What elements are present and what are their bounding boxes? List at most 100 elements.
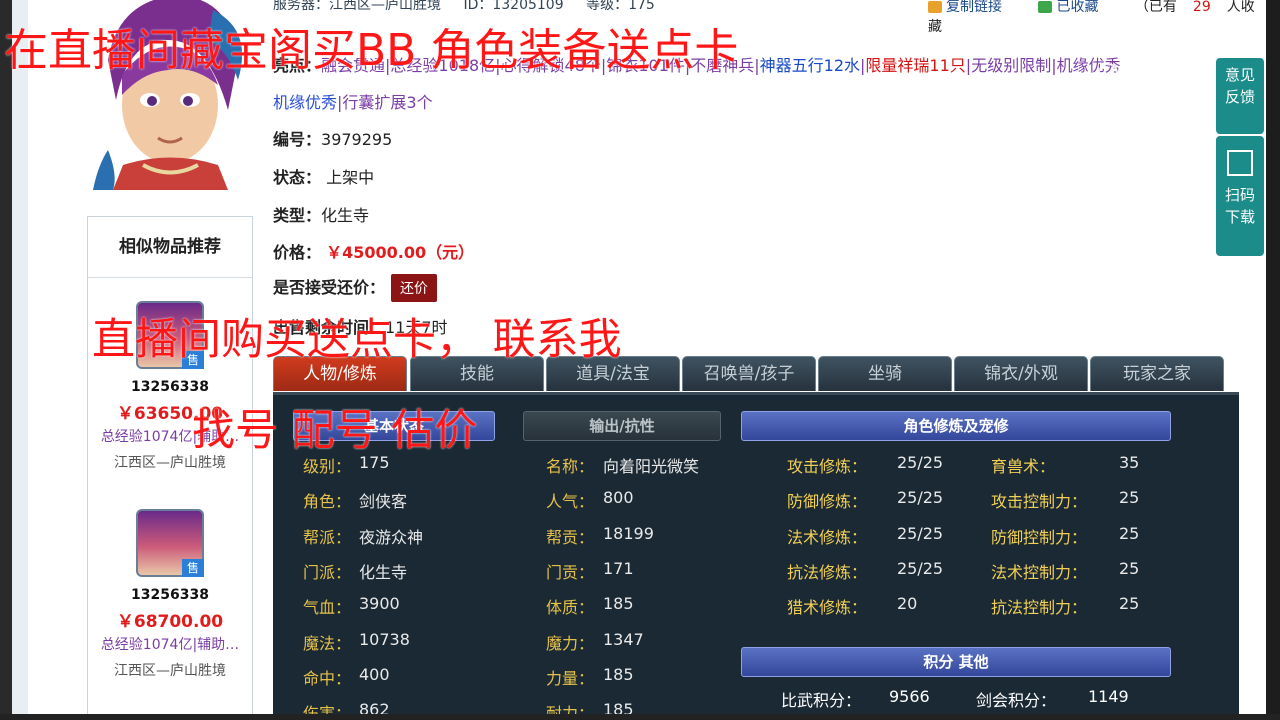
cc-logo-icon	[1098, 62, 1118, 83]
points-header: 积分 其他	[741, 647, 1171, 677]
listing-id: ID：13205109	[463, 0, 564, 13]
copy-link-label: 复制链接	[946, 0, 1002, 15]
similar-item-price: ￥68700.00	[116, 612, 224, 632]
cc-live-logo: CC直播	[1176, 20, 1255, 45]
stat-label: 抗法控制力：	[991, 598, 1088, 618]
stat-label: 猎术修炼：	[787, 598, 868, 618]
stat-value: 夜游众神	[359, 527, 424, 547]
favorite-button[interactable]: 已收藏	[1038, 0, 1114, 15]
stat-label: 体质：	[546, 598, 595, 618]
stat-value: 25	[1119, 523, 1140, 543]
cc-live-watermark: CC直播	[1098, 58, 1177, 83]
tab-home[interactable]: 玩家之家	[1090, 356, 1224, 391]
status-row: 状态： 上架中	[273, 164, 374, 188]
similar-items-title: 相似物品推荐	[88, 217, 252, 278]
output-resist-header: 输出/抗性	[523, 411, 721, 441]
bargain-button[interactable]: 还价	[391, 274, 438, 302]
stat-label: 攻击修炼：	[787, 457, 868, 476]
tab-appearance[interactable]: 锦衣/外观	[954, 356, 1088, 391]
stat-label: 法术修炼：	[787, 527, 868, 547]
server-name: 服务器：江西区—庐山胜境	[273, 0, 441, 13]
points-label: 比武积分：	[781, 691, 862, 710]
stat-label: 门贡：	[546, 562, 595, 582]
status-value: 上架中	[326, 168, 375, 187]
stat-value: 18199	[603, 523, 654, 543]
tab-mounts[interactable]: 坐骑	[818, 356, 952, 391]
favorite-count-number: 29	[1192, 0, 1211, 15]
qr-scan-icon	[1227, 150, 1253, 176]
stat-value: 25/25	[897, 488, 944, 508]
stat-label: 魔力：	[546, 633, 595, 653]
similar-item-tags: 总经验1074亿|辅助…	[100, 637, 240, 653]
stat-value: 35	[1119, 453, 1140, 472]
stream-overlay-line-2: 直播间购买送点卡， 联系我	[92, 315, 622, 365]
stat-value: 10738	[359, 629, 410, 649]
stat-label: 法术控制力：	[991, 562, 1088, 582]
stat-value: 25	[1119, 488, 1140, 508]
cultivation-header: 角色修炼及宠修	[741, 411, 1171, 441]
highlight-tag: 无级别限制	[971, 56, 1052, 75]
copy-link-button[interactable]: 复制链接	[928, 0, 1018, 15]
serial-row: 编号：3979295	[273, 126, 392, 150]
stat-value: 3900	[359, 594, 400, 614]
points-value: 1149	[1088, 687, 1129, 706]
stat-label: 育兽术：	[991, 457, 1056, 476]
sale-badge: 售	[182, 559, 204, 577]
bargain-label: 是否接受还价：	[273, 278, 386, 297]
feedback-button[interactable]: 意见反馈	[1216, 58, 1264, 134]
price-label: 价格：	[273, 243, 322, 262]
favorite-label: 已收藏	[1056, 0, 1099, 15]
stat-value: 185	[603, 700, 634, 714]
stat-value: 25/25	[897, 558, 944, 578]
type-value: 化生寺	[321, 206, 370, 225]
highlight-tag: 机缘优秀	[273, 93, 338, 112]
stat-label: 力量：	[546, 668, 595, 688]
stream-overlay-line-3: 找号 配号 估价	[192, 406, 478, 456]
type-label: 类型：	[273, 206, 322, 225]
tab-pets[interactable]: 召唤兽/孩子	[682, 356, 816, 391]
stat-value: 185	[603, 594, 634, 614]
stat-value: 185	[603, 664, 634, 684]
favorite-count-prefix: （已有	[1134, 0, 1177, 15]
price-value: ￥45000.00（元）	[326, 243, 475, 262]
page-scroll-gutter	[12, 0, 28, 720]
stat-value: 20	[897, 594, 918, 614]
cc-logo-icon	[1176, 24, 1196, 45]
cc-live-watermark-label: CC直播	[1121, 62, 1177, 81]
stat-value: 向着阳光微笑	[603, 457, 700, 476]
stat-value: 400	[359, 664, 390, 684]
similar-item-id: 13256338	[131, 379, 209, 395]
price-row: 价格： ￥45000.00（元）	[273, 239, 474, 263]
stat-label: 门派：	[303, 562, 352, 582]
highlight-tag: 行囊扩展3个	[342, 93, 433, 112]
stat-label: 防御修炼：	[787, 492, 868, 512]
feedback-label: 意见反馈	[1224, 66, 1255, 106]
stat-label: 耐力：	[546, 704, 595, 714]
similar-items-panel: 相似物品推荐 售 13256338 ￥63650.00 总经验1074亿|辅助……	[87, 216, 253, 714]
highlights-row-2: 机缘优秀|行囊扩展3个	[273, 93, 433, 112]
stat-label: 气血：	[303, 598, 352, 618]
star-icon	[1038, 1, 1053, 13]
serial-label: 编号：	[273, 130, 322, 149]
window-right-edge	[1266, 0, 1280, 720]
window-left-edge	[0, 0, 12, 720]
stat-label: 魔法：	[303, 633, 352, 653]
similar-item[interactable]: 售 13256338 ￥68700.00 总经验1074亿|辅助… 江西区—庐山…	[88, 509, 252, 680]
scan-download-button[interactable]: 扫码下载	[1216, 136, 1264, 256]
status-label: 状态：	[273, 168, 322, 187]
points-label: 剑会积分：	[976, 691, 1057, 710]
link-icon	[928, 1, 942, 13]
stat-label: 帮贡：	[546, 527, 595, 547]
stat-label: 人气：	[546, 492, 595, 512]
similar-item-region: 江西区—庐山胜境	[114, 663, 226, 679]
cc-live-label: CC直播	[1199, 24, 1255, 43]
stat-label: 名称：	[546, 457, 595, 476]
stream-overlay-line-1: 在直播间藏宝阁买BB 角色装备送点卡	[4, 25, 739, 76]
serial-value: 3979295	[321, 130, 393, 149]
bargain-row: 是否接受还价： 还价	[273, 274, 438, 302]
stat-value: 862	[359, 700, 390, 714]
type-row: 类型：化生寺	[273, 202, 369, 226]
similar-item-thumbnail[interactable]: 售	[136, 509, 204, 577]
stat-label: 攻击控制力：	[991, 492, 1088, 512]
scan-download-label: 扫码下载	[1224, 186, 1255, 226]
